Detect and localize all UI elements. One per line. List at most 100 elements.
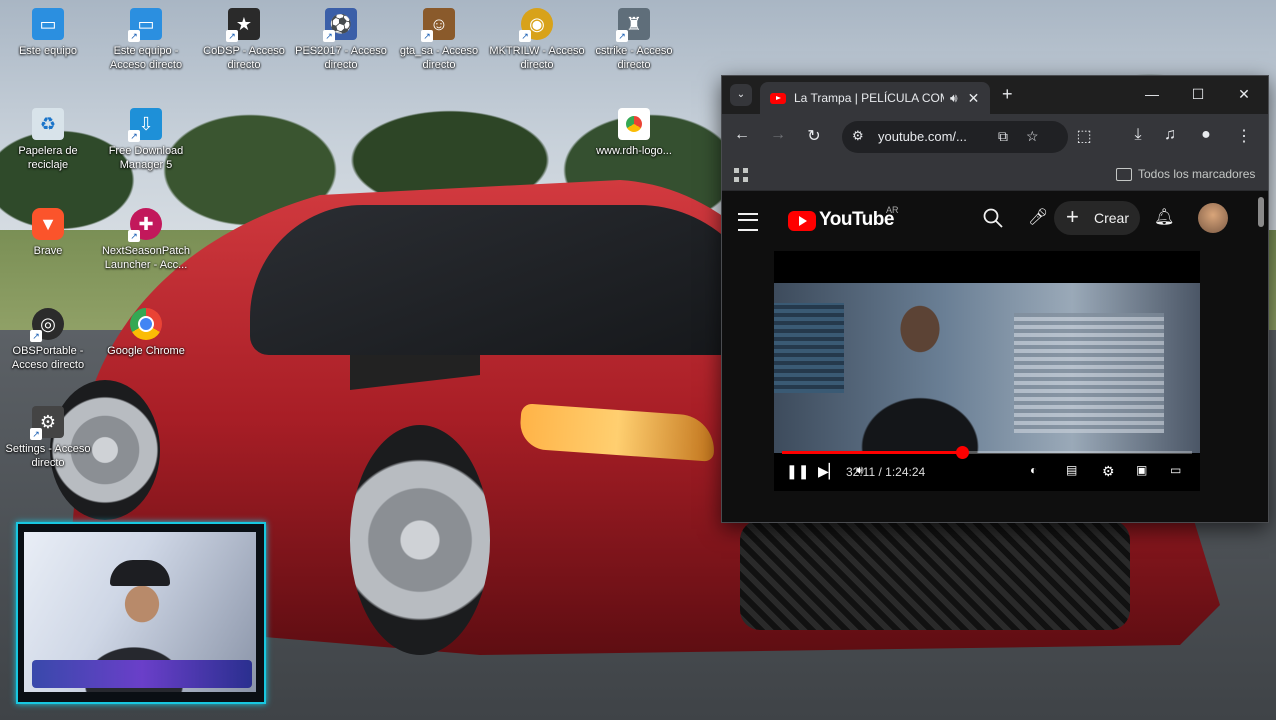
youtube-favicon-icon [770, 92, 786, 104]
desktop-icon-google-chrome[interactable]: Google Chrome [98, 308, 194, 358]
back-button[interactable]: ← [730, 126, 754, 144]
video-player[interactable]: ❚❚ ▶▏ 🔊︎ 32:11 / 1:24:24 ◐ ▤ ⚙ ▣ ▭ ⛶ [774, 251, 1200, 491]
autoplay-toggle[interactable]: ◐ [1030, 463, 1037, 477]
forward-button[interactable]: → [766, 126, 790, 144]
shortcut-arrow-icon: ↗ [128, 30, 140, 42]
settings-gear-icon[interactable]: ⚙ [1102, 463, 1115, 480]
all-bookmarks-button[interactable]: Todos los marcadores [1138, 167, 1255, 181]
youtube-page: YouTube AR 🎤︎ + Crear 🔔︎ ❚❚ ▶▏ 🔊︎ 32:11 … [722, 191, 1268, 522]
new-tab-button[interactable]: + [1002, 84, 1013, 105]
video-progress-played [782, 451, 963, 454]
youtube-logo-text[interactable]: YouTube [819, 209, 894, 231]
desktop-icon-este-equipo[interactable]: ▭ Este equipo [0, 8, 96, 58]
bookmarks-bar: Todos los marcadores [722, 160, 1268, 191]
profile-avatar-icon[interactable]: ● [1194, 126, 1218, 144]
tab-title: La Trampa | PELÍCULA COMPLETA [794, 91, 944, 105]
media-controls-icon[interactable]: ♫ [1158, 126, 1182, 144]
search-icon[interactable] [982, 207, 1004, 229]
chrome-doc-icon [618, 108, 650, 140]
video-background-chairs [1014, 313, 1164, 433]
desktop-icon-recycle-bin[interactable]: ♻ Papelera de reciclaje [0, 108, 96, 172]
desktop-icon-gta-sa[interactable]: ☺ ↗ gta_sa - Acceso directo [391, 8, 487, 72]
recycle-bin-icon: ♻ [32, 108, 64, 140]
webcam-person-cap [110, 560, 170, 586]
minimize-button[interactable]: — [1132, 82, 1172, 106]
plus-icon: + [1066, 204, 1079, 229]
page-scrollbar-thumb[interactable] [1258, 197, 1264, 227]
url-text: youtube.com/... [878, 129, 967, 144]
shortcut-arrow-icon: ↗ [128, 230, 140, 242]
pause-icon[interactable]: ❚❚ [786, 463, 809, 480]
avatar[interactable] [1198, 203, 1228, 233]
subtitles-icon[interactable]: ▤ [1066, 463, 1077, 477]
shortcut-arrow-icon: ↗ [421, 30, 433, 42]
settings-icon: ⚙ ↗ [30, 406, 64, 440]
speaker-icon[interactable]: 🔊︎ [950, 91, 958, 106]
tab-close-icon[interactable]: ✕ [968, 90, 980, 107]
next-icon[interactable]: ▶▏ [818, 463, 840, 480]
video-time: 32:11 / 1:24:24 [846, 465, 926, 479]
monitor-icon: ▭ [32, 8, 64, 40]
hamburger-menu-icon[interactable] [738, 213, 758, 231]
obs-icon: ◎ ↗ [30, 308, 64, 342]
shortcut-arrow-icon: ↗ [128, 130, 140, 142]
download-icon[interactable]: ⤓ [1126, 126, 1150, 144]
bookmark-star-icon[interactable]: ☆ [1026, 128, 1039, 145]
gta-icon: ☺ ↗ [421, 8, 455, 42]
create-button[interactable]: + Crear [1054, 201, 1140, 235]
dragon-icon: ◉ ↗ [519, 8, 553, 42]
video-progress-bar[interactable] [782, 446, 1192, 459]
desktop-icon-mktrilw[interactable]: ◉ ↗ MKTRILW - Acceso directo [489, 8, 585, 72]
extensions-icon[interactable]: ⬚ [1072, 126, 1096, 146]
apps-grid-icon[interactable] [734, 168, 748, 182]
video-scrubber-handle[interactable] [956, 446, 970, 459]
webcam-feed [24, 532, 256, 692]
desktop-icon-brave[interactable]: ▼ Brave [0, 208, 96, 258]
shortcut-arrow-icon: ↗ [30, 330, 42, 342]
create-label: Crear [1094, 210, 1130, 226]
webcam-overlay [16, 522, 266, 704]
desktop-icon-free-download-manager[interactable]: ⇩ ↗ Free Download Manager 5 [98, 108, 194, 172]
desktop-icon-este-equipo-shortcut[interactable]: ▭ ↗ Este equipo - Acceso directo [98, 8, 194, 72]
address-bar[interactable]: ⚙︎ youtube.com/... ⧉ ☆ [842, 121, 1068, 153]
reload-button[interactable]: ↻ [802, 126, 826, 146]
desktop-icon-obsportable[interactable]: ◎ ↗ OBSPortable - Acceso directo [0, 308, 96, 372]
tab-search-button[interactable]: ⌄ [730, 84, 752, 106]
close-window-button[interactable]: ✕ [1224, 82, 1264, 106]
menu-kebab-icon[interactable]: ⋮ [1232, 126, 1256, 146]
cast-icon[interactable]: ⧉ [998, 128, 1008, 145]
theater-mode-icon[interactable]: ▭ [1170, 463, 1181, 477]
video-character [834, 287, 1004, 453]
desktop-icon-cstrike[interactable]: ♜ ↗ cstrike - Acceso directo [586, 8, 682, 72]
browser-toolbar: ← → ↻ ⚙︎ youtube.com/... ⧉ ☆ ⬚ ⤓ ♫ ● ⋮ [722, 114, 1268, 160]
desktop-icon-chrome-document[interactable]: www.rdh-logo... [586, 108, 682, 158]
chrome-window: ⌄ La Trampa | PELÍCULA COMPLETA 🔊︎ ✕ + —… [721, 75, 1269, 523]
folder-icon [1116, 168, 1132, 181]
desktop-icon-codsp[interactable]: ★ ↗ CoDSP - Acceso directo [196, 8, 292, 72]
miniplayer-icon[interactable]: ▣ [1136, 463, 1147, 477]
notifications-bell-icon[interactable]: 🔔︎ [1154, 207, 1174, 227]
star-icon: ★ ↗ [226, 8, 260, 42]
desktop-icon-settings[interactable]: ⚙ ↗ Settings - Acceso directo [0, 406, 96, 470]
car-front-wheel [350, 425, 490, 655]
video-frame [774, 283, 1200, 453]
webcam-keyboard [32, 660, 252, 688]
soldier-icon: ♜ ↗ [616, 8, 650, 42]
microphone-icon[interactable]: 🎤︎ [1028, 207, 1048, 227]
region-code: AR [886, 205, 899, 215]
shortcut-arrow-icon: ↗ [226, 30, 238, 42]
car-windshield [250, 205, 770, 355]
youtube-logo-icon[interactable] [788, 211, 816, 231]
desktop-icon-pes2017[interactable]: ⚽ ↗ PES2017 - Acceso directo [293, 8, 389, 72]
maximize-button[interactable]: ☐ [1178, 82, 1218, 106]
game-icon: ⚽ ↗ [323, 8, 357, 42]
download-manager-icon: ⇩ ↗ [128, 108, 162, 142]
shortcut-arrow-icon: ↗ [616, 30, 628, 42]
monitor-icon: ▭ ↗ [128, 8, 162, 42]
gamepad-icon: ✚ ↗ [128, 208, 162, 242]
site-info-icon[interactable]: ⚙︎ [852, 128, 864, 144]
tab-active[interactable]: La Trampa | PELÍCULA COMPLETA 🔊︎ ✕ [760, 82, 990, 114]
desktop-icon-nextseasonpatch[interactable]: ✚ ↗ NextSeasonPatch Launcher - Acc... [98, 208, 194, 272]
title-bar: ⌄ La Trampa | PELÍCULA COMPLETA 🔊︎ ✕ + —… [722, 76, 1268, 114]
chrome-icon [130, 308, 162, 340]
